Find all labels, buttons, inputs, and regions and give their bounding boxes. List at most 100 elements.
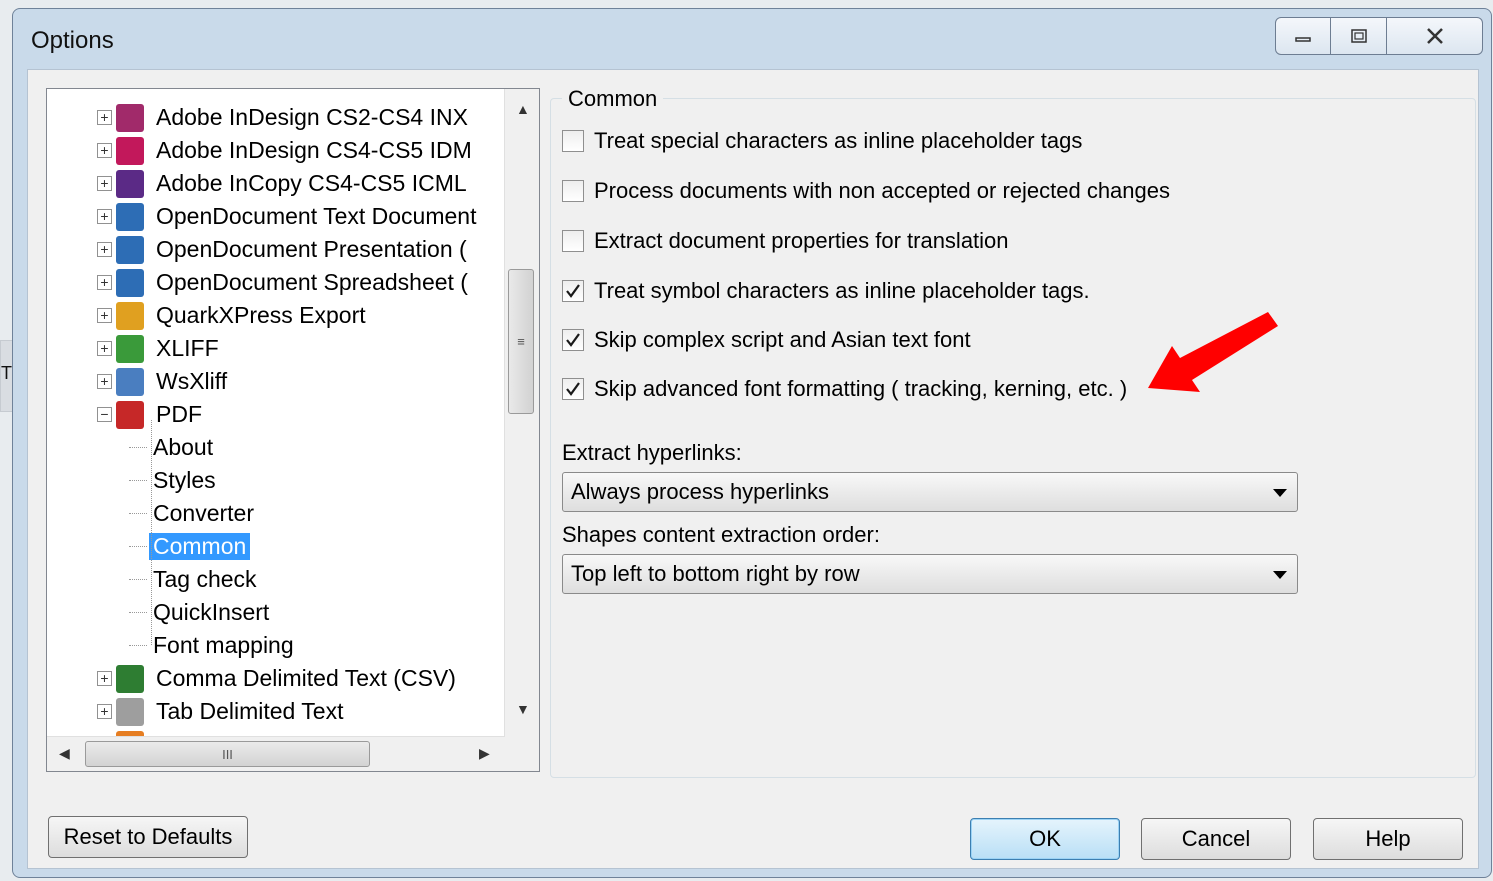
collapse-icon[interactable]: − bbox=[97, 407, 112, 422]
options-dialog: Options + Adobe InDesign CS2-CS4 INX + Adob… bbox=[12, 8, 1492, 878]
tree-item-label: Adobe InDesign CS4-CS5 IDM bbox=[156, 137, 472, 163]
minimize-icon bbox=[1295, 37, 1311, 42]
checkbox-label: Process documents with non accepted or r… bbox=[594, 178, 1170, 203]
tree-item[interactable]: Styles bbox=[47, 464, 220, 497]
expand-icon[interactable]: + bbox=[97, 308, 112, 323]
tree-item[interactable]: + Adobe InCopy CS4-CS5 ICML bbox=[97, 167, 471, 200]
option-checkbox[interactable]: Skip complex script and Asian text font bbox=[562, 327, 971, 353]
checkbox-unchecked[interactable] bbox=[562, 130, 584, 152]
checkbox-unchecked[interactable] bbox=[562, 180, 584, 202]
shapes-order-dropdown[interactable]: Top left to bottom right by row bbox=[562, 554, 1298, 594]
expand-icon[interactable]: + bbox=[97, 275, 112, 290]
tree-item[interactable]: QuickInsert bbox=[47, 596, 273, 629]
extract-hyperlinks-value: Always process hyperlinks bbox=[571, 479, 829, 504]
expand-icon[interactable]: + bbox=[97, 209, 112, 224]
option-checkbox[interactable]: Treat symbol characters as inline placeh… bbox=[562, 278, 1090, 304]
red-arrow-shape bbox=[1148, 312, 1278, 392]
checkmark-icon bbox=[566, 333, 580, 347]
tree-item[interactable]: + OpenDocument Spreadsheet ( bbox=[97, 266, 472, 299]
tree-item-label: Tag check bbox=[153, 566, 257, 592]
option-checkbox[interactable]: Skip advanced font formatting ( tracking… bbox=[562, 376, 1127, 402]
tree-item[interactable]: + Comma Delimited Text (CSV) bbox=[97, 662, 460, 695]
tree-item[interactable]: Tag check bbox=[47, 563, 261, 596]
checkmark-icon bbox=[566, 382, 580, 396]
expand-icon[interactable]: + bbox=[97, 242, 112, 257]
expand-icon[interactable]: + bbox=[97, 704, 112, 719]
tree-item[interactable]: About bbox=[47, 431, 217, 464]
help-button[interactable]: Help bbox=[1313, 818, 1463, 860]
tree-item-label: XLIFF bbox=[156, 335, 219, 361]
scroll-left-arrow-icon[interactable]: ◀ bbox=[59, 745, 70, 762]
tree-item[interactable]: + Adobe InDesign CS4-CS5 IDM bbox=[97, 134, 476, 167]
tree-item[interactable]: + OpenDocument Text Document bbox=[97, 200, 480, 233]
dialog-client-area: + Adobe InDesign CS2-CS4 INX + Adobe InDesi… bbox=[27, 69, 1479, 869]
ods-spreadsheet-icon bbox=[116, 268, 144, 297]
expand-icon[interactable]: + bbox=[97, 341, 112, 356]
scrollbar-corner bbox=[505, 737, 539, 771]
checkmark-icon bbox=[566, 284, 580, 298]
expand-icon[interactable]: + bbox=[97, 176, 112, 191]
dropdown-arrow-icon bbox=[1273, 489, 1287, 497]
window-title: Options bbox=[31, 27, 114, 54]
reset-to-defaults-button[interactable]: Reset to Defaults bbox=[48, 816, 248, 858]
scroll-right-arrow-icon[interactable]: ▶ bbox=[479, 745, 490, 762]
tree-item[interactable]: + XLIFF bbox=[97, 332, 223, 365]
tree-guide-line bbox=[151, 420, 152, 645]
tree-item[interactable]: Common bbox=[47, 530, 251, 563]
checkbox-checked[interactable] bbox=[562, 280, 584, 302]
tree-connector bbox=[129, 612, 147, 613]
scroll-down-arrow-icon[interactable]: ▼ bbox=[516, 701, 530, 717]
caption-buttons bbox=[1275, 17, 1483, 55]
expand-icon[interactable]: + bbox=[97, 671, 112, 686]
scroll-up-arrow-icon[interactable]: ▲ bbox=[516, 101, 530, 117]
file-type-tree[interactable]: + Adobe InDesign CS2-CS4 INX + Adobe InDesi… bbox=[46, 88, 540, 772]
tree-connector bbox=[129, 447, 147, 448]
tree-item[interactable]: Font mapping bbox=[47, 629, 298, 662]
minimize-button[interactable] bbox=[1275, 17, 1331, 55]
horizontal-scroll-thumb[interactable]: III bbox=[85, 741, 370, 767]
close-button[interactable] bbox=[1387, 17, 1483, 55]
tree-item[interactable]: Converter bbox=[47, 497, 258, 530]
tree-item[interactable]: + WsXliff bbox=[97, 365, 231, 398]
tree-horizontal-scrollbar[interactable]: ◀ III ▶ bbox=[47, 736, 505, 771]
tree-item[interactable]: + QuarkXPress Export bbox=[97, 299, 370, 332]
tree-item-label: Adobe InCopy CS4-CS5 ICML bbox=[156, 170, 467, 196]
tree-item[interactable]: + Adobe InDesign CS2-CS4 INX bbox=[97, 101, 472, 134]
tree-item-label: Converter bbox=[153, 500, 254, 526]
tree-item-label: QuarkXPress Export bbox=[156, 302, 366, 328]
cancel-button[interactable]: Cancel bbox=[1141, 818, 1291, 860]
shapes-order-label: Shapes content extraction order: bbox=[562, 522, 880, 547]
maximize-button[interactable] bbox=[1331, 17, 1387, 55]
checkbox-unchecked[interactable] bbox=[562, 230, 584, 252]
checkbox-label: Extract document properties for translat… bbox=[594, 228, 1009, 253]
tree-item-label: OpenDocument Spreadsheet ( bbox=[156, 269, 468, 295]
annotation-arrow-icon bbox=[1148, 312, 1278, 392]
indesign-idm-file-icon bbox=[116, 136, 144, 165]
expand-icon[interactable]: + bbox=[97, 374, 112, 389]
vertical-scroll-thumb[interactable]: ≡ bbox=[508, 269, 534, 414]
ok-button[interactable]: OK bbox=[970, 818, 1120, 860]
tree-item[interactable]: + OpenDocument Presentation ( bbox=[97, 233, 471, 266]
tree-connector bbox=[129, 513, 147, 514]
expand-icon[interactable]: + bbox=[97, 143, 112, 158]
expand-icon[interactable]: + bbox=[97, 110, 112, 125]
option-checkbox[interactable]: Extract document properties for translat… bbox=[562, 228, 1009, 254]
tree-item-label: Font mapping bbox=[153, 632, 294, 658]
thumb-grip-icon: ≡ bbox=[517, 334, 525, 349]
checkbox-label: Skip advanced font formatting ( tracking… bbox=[594, 376, 1128, 401]
checkbox-checked[interactable] bbox=[562, 378, 584, 400]
tree-item-label: WsXliff bbox=[156, 368, 228, 394]
tree-item[interactable]: + Tab Delimited Text bbox=[97, 695, 348, 728]
tree-vertical-scrollbar[interactable]: ▲ ≡ ▼ bbox=[504, 89, 539, 739]
pdf-file-icon bbox=[116, 400, 144, 429]
checkbox-checked[interactable] bbox=[562, 329, 584, 351]
option-checkbox[interactable]: Process documents with non accepted or r… bbox=[562, 178, 1170, 204]
extract-hyperlinks-dropdown[interactable]: Always process hyperlinks bbox=[562, 472, 1298, 512]
dropdown-arrow-icon bbox=[1273, 571, 1287, 579]
wsxliff-icon bbox=[116, 367, 144, 396]
xliff-icon bbox=[116, 334, 144, 363]
tree-item-label: Adobe InDesign CS2-CS4 INX bbox=[156, 104, 468, 130]
csv-file-icon bbox=[116, 664, 144, 693]
option-checkbox[interactable]: Treat special characters as inline place… bbox=[562, 128, 1082, 154]
tree-item-label: Common bbox=[149, 533, 251, 560]
